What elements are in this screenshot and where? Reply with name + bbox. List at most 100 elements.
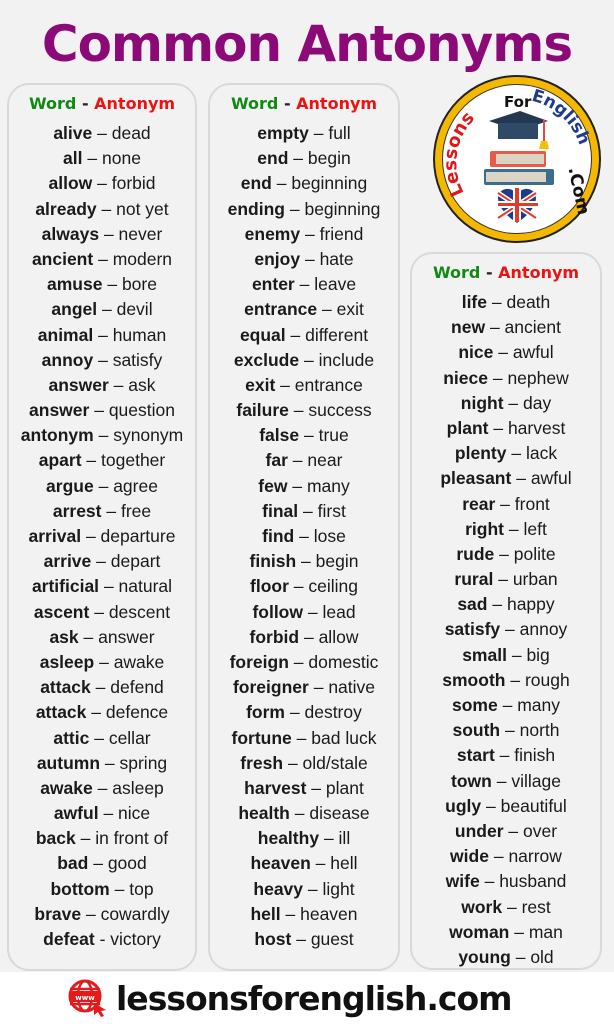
separator: – <box>516 468 526 489</box>
word: bad <box>57 853 89 874</box>
separator: – <box>280 374 290 395</box>
separator: – <box>106 500 117 521</box>
separator: – <box>83 626 94 647</box>
separator: – <box>498 569 508 590</box>
separator: – <box>505 619 515 640</box>
antonym-pair: under – over <box>412 819 600 844</box>
antonym: many <box>306 475 350 496</box>
separator: – <box>85 526 96 546</box>
separator: – <box>500 493 510 514</box>
separator: – <box>508 518 519 539</box>
antonym: awake <box>113 651 165 672</box>
antonym-pair: attack – defend <box>9 675 195 700</box>
antonym: entrance <box>294 374 363 395</box>
antonym: domestic <box>308 651 379 672</box>
word: satisfy <box>444 619 501 640</box>
separator: – <box>484 871 495 892</box>
antonym: success <box>308 400 372 421</box>
separator: – <box>299 526 309 546</box>
antonym: near <box>307 450 343 471</box>
separator: – <box>104 752 115 773</box>
word: amuse <box>47 274 103 295</box>
antonym-pair: always – never <box>9 222 195 247</box>
separator: – <box>287 752 298 773</box>
antonym: question <box>108 400 175 421</box>
antonym: beautiful <box>500 795 567 816</box>
word: start <box>456 745 495 766</box>
footer-link[interactable]: www lessonsforenglish.com <box>66 976 512 1020</box>
word: equal <box>239 324 286 345</box>
antonym-column-1: Word - Antonym alive – dead all – none all… <box>7 83 197 971</box>
word: work <box>461 896 503 917</box>
antonym-pair: plenty – lack <box>412 441 600 466</box>
antonym: natural <box>118 576 173 597</box>
word: enjoy <box>254 248 301 269</box>
separator: – <box>323 828 334 849</box>
word: ugly <box>445 795 482 816</box>
separator: - <box>99 929 106 949</box>
antonym-pair: apart – together <box>9 448 195 473</box>
separator: – <box>493 846 504 867</box>
antonym-pair: life – death <box>412 290 600 315</box>
word: animal <box>37 324 94 345</box>
antonym: big <box>526 644 550 665</box>
antonym: never <box>118 223 163 244</box>
word: wide <box>450 846 489 867</box>
antonym-pair: awful – nice <box>9 801 195 826</box>
antonym-pair: far – near <box>210 448 398 473</box>
separator: – <box>293 651 304 672</box>
antonym: descent <box>108 601 171 622</box>
word: plenty <box>454 443 507 464</box>
word: hell <box>250 903 281 924</box>
word: enemy <box>244 223 301 244</box>
antonym-pair: start – finish <box>412 743 600 768</box>
antonym: departure <box>100 526 176 546</box>
antonym-pair: hell – heaven <box>210 902 398 927</box>
antonym-pair: enemy – friend <box>210 222 398 247</box>
separator: – <box>511 443 522 464</box>
word: autumn <box>36 752 101 773</box>
word: woman <box>449 921 510 942</box>
separator: – <box>506 896 517 917</box>
antonym-pair: asleep – awake <box>9 650 195 675</box>
antonym-pair: final – first <box>210 499 398 524</box>
antonym: over <box>523 820 558 841</box>
word: foreign <box>229 651 289 672</box>
separator: – <box>299 274 310 295</box>
antonym-pair: end – beginning <box>210 171 398 196</box>
word: asleep <box>39 651 95 672</box>
antonym-pair: exclude – include <box>210 348 398 373</box>
antonym: human <box>112 324 167 345</box>
site-url[interactable]: lessonsforenglish.com <box>116 979 512 1018</box>
word: ancient <box>31 248 94 269</box>
antonym: disease <box>309 803 370 824</box>
separator: – <box>489 317 500 338</box>
logo-badge-icon: Lessons For English .Com <box>433 75 601 243</box>
separator: – <box>493 417 504 438</box>
separator: – <box>293 576 304 597</box>
word: find <box>262 526 295 546</box>
separator: – <box>103 576 114 597</box>
antonym-pair: harvest – plant <box>210 776 398 801</box>
antonym-pair: satisfy – annoy <box>412 617 600 642</box>
word: wife <box>445 871 480 892</box>
word: fortune <box>231 727 292 748</box>
separator: – <box>313 123 324 143</box>
antonym: old/stale <box>302 752 368 773</box>
column-header: Word - Antonym <box>9 92 195 116</box>
antonym-pair: pleasant – awful <box>412 466 600 491</box>
lessonsforenglish-logo[interactable]: Lessons For English .Com <box>424 73 610 245</box>
separator: – <box>290 324 301 345</box>
header-word: Word <box>28 94 77 113</box>
antonym: front <box>514 493 550 514</box>
antonym: man <box>528 921 563 942</box>
antonym: together <box>101 450 166 471</box>
word: final <box>262 500 299 521</box>
word: niece <box>443 367 488 388</box>
word: finish <box>249 551 297 572</box>
word: apart <box>38 450 82 471</box>
separator: – <box>514 921 524 942</box>
antonym-pair: annoy – satisfy <box>9 348 195 373</box>
word: town <box>451 770 492 791</box>
antonym-pair: heavy – light <box>210 877 398 902</box>
